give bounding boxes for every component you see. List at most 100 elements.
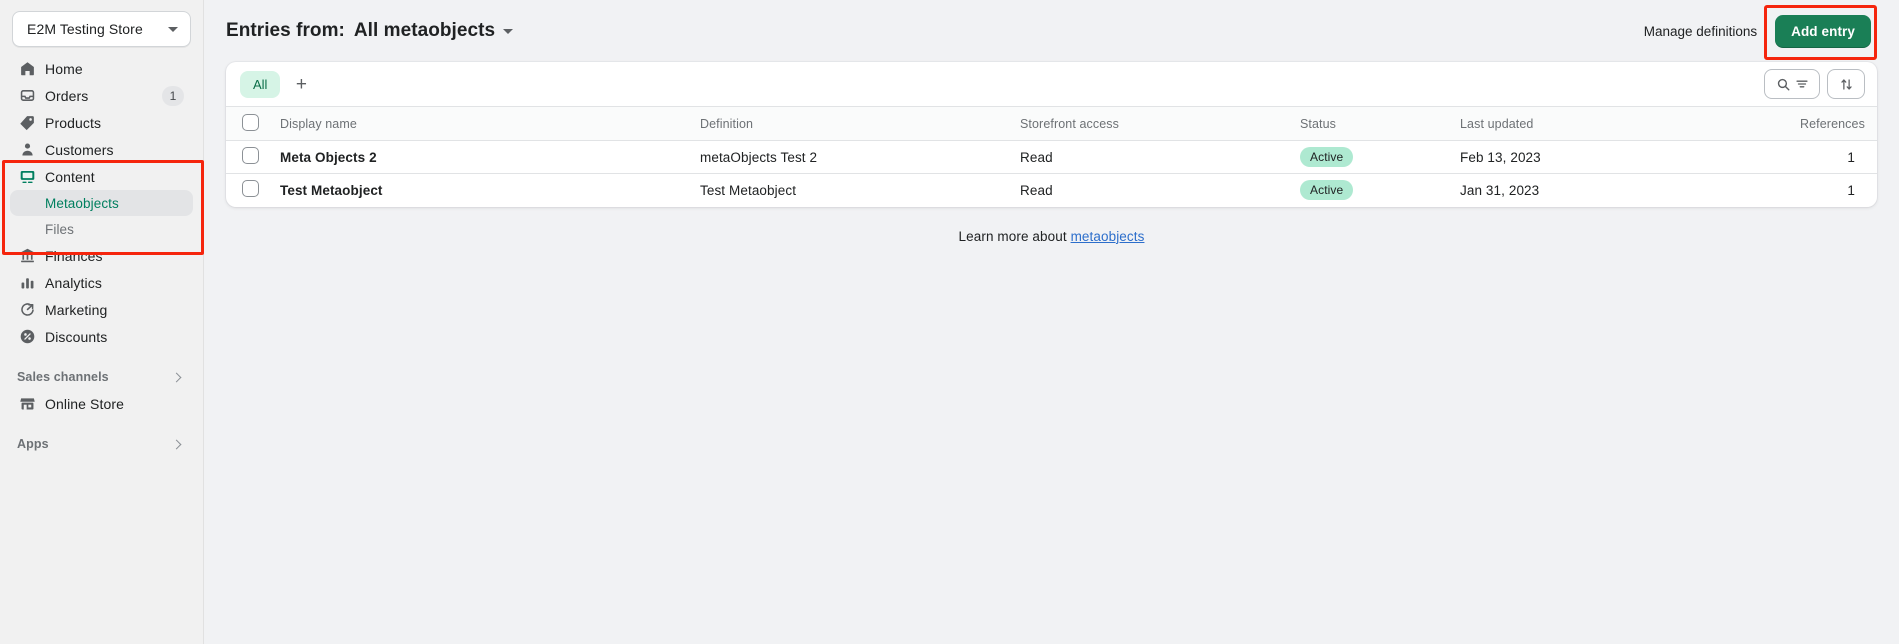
cell-last-updated: Jan 31, 2023 bbox=[1452, 174, 1792, 207]
chevron-down-icon bbox=[168, 27, 178, 32]
column-header-definition[interactable]: Definition bbox=[692, 107, 1012, 141]
cell-display-name[interactable]: Meta Objects 2 bbox=[272, 141, 692, 174]
column-header-status[interactable]: Status bbox=[1292, 107, 1452, 141]
sidebar-item-label: Content bbox=[45, 169, 184, 185]
analytics-bars-icon bbox=[17, 273, 37, 293]
sidebar: E2M Testing Store Home Orders 1 bbox=[0, 0, 204, 644]
sidebar-item-label: Products bbox=[45, 115, 184, 131]
header-actions: Manage definitions Add entry bbox=[1640, 15, 1871, 48]
chevron-down-icon bbox=[503, 29, 513, 34]
cell-definition: Test Metaobject bbox=[692, 174, 1012, 207]
sidebar-subitem-label: Files bbox=[45, 222, 74, 237]
metaobjects-link[interactable]: metaobjects bbox=[1071, 229, 1145, 244]
cell-last-updated: Feb 13, 2023 bbox=[1452, 141, 1792, 174]
sidebar-item-label: Analytics bbox=[45, 275, 184, 291]
row-select-cell bbox=[226, 141, 272, 174]
learn-more-text: Learn more about metaobjects bbox=[204, 229, 1899, 244]
column-header-storefront-access[interactable]: Storefront access bbox=[1012, 107, 1292, 141]
toolbar-right bbox=[1764, 69, 1865, 99]
add-entry-button[interactable]: Add entry bbox=[1775, 15, 1871, 48]
store-name: E2M Testing Store bbox=[27, 21, 143, 37]
column-header-display-name[interactable]: Display name bbox=[272, 107, 692, 141]
marketing-megaphone-icon bbox=[17, 300, 37, 320]
cell-definition: metaObjects Test 2 bbox=[692, 141, 1012, 174]
card-toolbar: All + bbox=[226, 62, 1877, 106]
column-header-references[interactable]: References bbox=[1792, 107, 1877, 141]
sidebar-item-label: Orders bbox=[45, 88, 162, 104]
sidebar-item-orders[interactable]: Orders 1 bbox=[10, 82, 193, 109]
search-and-filter-button[interactable] bbox=[1764, 69, 1820, 99]
page-title-value: All metaobjects bbox=[354, 20, 495, 42]
cell-status: Active bbox=[1292, 174, 1452, 207]
table-head: Display name Definition Storefront acces… bbox=[226, 107, 1877, 141]
cell-references: 1 bbox=[1792, 141, 1877, 174]
app-root: E2M Testing Store Home Orders 1 bbox=[0, 0, 1899, 644]
sidebar-item-label: Home bbox=[45, 61, 184, 77]
sales-channels-label: Sales channels bbox=[17, 370, 109, 384]
entries-table: Display name Definition Storefront acces… bbox=[226, 106, 1877, 207]
home-icon bbox=[17, 59, 37, 79]
status-badge: Active bbox=[1300, 147, 1353, 167]
table-header-row: Display name Definition Storefront acces… bbox=[226, 107, 1877, 141]
sidebar-section-apps[interactable]: Apps bbox=[10, 431, 193, 457]
cell-status: Active bbox=[1292, 141, 1452, 174]
content-submenu: Metaobjects Files bbox=[10, 190, 193, 242]
products-tag-icon bbox=[17, 113, 37, 133]
row-select-cell bbox=[226, 174, 272, 207]
apps-label: Apps bbox=[17, 437, 49, 451]
page-title: Entries from: All metaobjects bbox=[226, 20, 513, 42]
cell-storefront-access: Read bbox=[1012, 174, 1292, 207]
sidebar-subitem-label: Metaobjects bbox=[45, 196, 119, 211]
column-header-last-updated[interactable]: Last updated bbox=[1452, 107, 1792, 141]
cell-storefront-access: Read bbox=[1012, 141, 1292, 174]
sidebar-item-online-store[interactable]: Online Store bbox=[10, 390, 193, 417]
finances-bank-icon bbox=[17, 246, 37, 266]
sidebar-item-marketing[interactable]: Marketing bbox=[10, 296, 193, 323]
metaobject-filter-dropdown[interactable]: All metaobjects bbox=[354, 20, 513, 42]
sidebar-item-files[interactable]: Files bbox=[10, 216, 193, 242]
sidebar-section-sales-channels[interactable]: Sales channels bbox=[10, 364, 193, 390]
tab-all[interactable]: All bbox=[240, 71, 280, 98]
sidebar-item-metaobjects[interactable]: Metaobjects bbox=[10, 190, 193, 216]
orders-badge-count: 1 bbox=[162, 86, 184, 106]
sidebar-item-label: Marketing bbox=[45, 302, 184, 318]
search-icon bbox=[1776, 77, 1791, 92]
page-title-prefix: Entries from: bbox=[226, 20, 345, 42]
filter-icon bbox=[1795, 77, 1809, 91]
select-all-header bbox=[226, 107, 272, 141]
select-all-checkbox[interactable] bbox=[242, 114, 259, 131]
sidebar-item-home[interactable]: Home bbox=[10, 55, 193, 82]
orders-inbox-icon bbox=[17, 86, 37, 106]
online-store-icon bbox=[17, 394, 37, 414]
chevron-right-icon bbox=[172, 439, 182, 449]
status-badge: Active bbox=[1300, 180, 1353, 200]
store-switcher[interactable]: E2M Testing Store bbox=[12, 11, 191, 47]
sidebar-item-label: Online Store bbox=[45, 396, 184, 412]
manage-definitions-button[interactable]: Manage definitions bbox=[1640, 18, 1761, 45]
cell-display-name[interactable]: Test Metaobject bbox=[272, 174, 692, 207]
entries-card: All + bbox=[226, 62, 1877, 207]
sidebar-item-finances[interactable]: Finances bbox=[10, 242, 193, 269]
add-view-button[interactable]: + bbox=[286, 69, 316, 99]
table-body: Meta Objects 2 metaObjects Test 2 Read A… bbox=[226, 141, 1877, 207]
table-row[interactable]: Meta Objects 2 metaObjects Test 2 Read A… bbox=[226, 141, 1877, 174]
row-checkbox[interactable] bbox=[242, 180, 259, 197]
sort-arrows-icon bbox=[1839, 77, 1854, 92]
table-row[interactable]: Test Metaobject Test Metaobject Read Act… bbox=[226, 174, 1877, 207]
content-screen-icon bbox=[17, 167, 37, 187]
sidebar-nav: Home Orders 1 Products Customers bbox=[10, 55, 193, 457]
sidebar-item-content[interactable]: Content bbox=[10, 163, 193, 190]
sidebar-item-label: Finances bbox=[45, 248, 184, 264]
sidebar-item-discounts[interactable]: Discounts bbox=[10, 323, 193, 350]
sidebar-item-customers[interactable]: Customers bbox=[10, 136, 193, 163]
sort-button[interactable] bbox=[1827, 69, 1865, 99]
page-header: Entries from: All metaobjects Manage def… bbox=[204, 0, 1899, 62]
sidebar-item-label: Discounts bbox=[45, 329, 184, 345]
learn-more-label: Learn more about bbox=[959, 229, 1071, 244]
customers-person-icon bbox=[17, 140, 37, 160]
cell-references: 1 bbox=[1792, 174, 1877, 207]
sidebar-item-analytics[interactable]: Analytics bbox=[10, 269, 193, 296]
sidebar-item-label: Customers bbox=[45, 142, 184, 158]
row-checkbox[interactable] bbox=[242, 147, 259, 164]
sidebar-item-products[interactable]: Products bbox=[10, 109, 193, 136]
